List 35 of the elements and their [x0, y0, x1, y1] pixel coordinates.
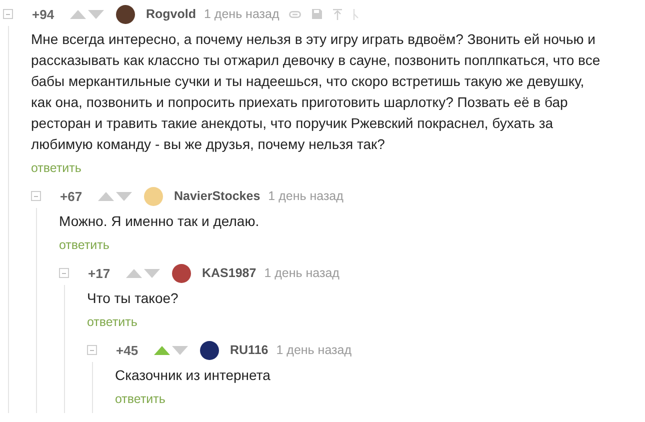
downvote-icon[interactable]: [144, 268, 160, 278]
collapse-icon[interactable]: [31, 191, 41, 201]
avatar[interactable]: [200, 340, 219, 360]
comment-time: 1 день назад: [268, 189, 344, 203]
author-link[interactable]: Rogvold: [146, 7, 196, 21]
comment-text: Что ты такое?: [87, 289, 178, 308]
comment-text: Сказочник из интернета: [115, 366, 270, 385]
avatar[interactable]: [172, 264, 191, 282]
comment-time: 1 день назад: [204, 7, 280, 21]
save-icon[interactable]: [312, 9, 322, 19]
comment-rating: +45: [116, 342, 140, 358]
comment-rating: +94: [32, 6, 56, 22]
downvote-icon[interactable]: [88, 10, 104, 18]
link-icon[interactable]: [289, 10, 302, 18]
downvote-icon[interactable]: [172, 346, 188, 354]
comment-text: Можно. Я именно так и делаю.: [59, 212, 260, 231]
author-link[interactable]: NavierStockes: [174, 189, 260, 203]
avatar[interactable]: [116, 4, 135, 24]
collapse-icon[interactable]: [87, 345, 97, 355]
comment-rating: +67: [60, 188, 84, 204]
comment-rating: +17: [88, 266, 112, 280]
upvote-icon[interactable]: [126, 268, 142, 278]
upvote-icon[interactable]: [98, 192, 114, 200]
collapse-icon[interactable]: [3, 9, 13, 19]
branch-icon[interactable]: [353, 8, 360, 20]
arrow-up-icon[interactable]: [333, 8, 342, 20]
author-link[interactable]: KAS1987: [202, 266, 256, 280]
downvote-icon[interactable]: [116, 192, 132, 200]
comment-time: 1 день назад: [264, 266, 340, 280]
upvote-icon[interactable]: [154, 346, 170, 354]
upvote-icon[interactable]: [70, 10, 86, 18]
comment-time: 1 день назад: [276, 343, 352, 357]
collapse-icon[interactable]: [59, 268, 69, 278]
author-link[interactable]: RU116: [230, 343, 268, 357]
comment-text: Мне всегда интересно, а почему нельзя в эту игру играть вдвоём? Звонить ей ночью и рассказывать как классно ты отжарил девочку в сауне, позвонить поплпкаться, что все бабы меркантильные сучки и ты надеешься, что скоро встретишь такую же девушку, как она, позвонить и попросить приехать приготовить шарлотку? Позвать её в бар ресторан и травить такие анекдоты, что поручик Ржевский покраснел, бухать за любимую команду - вы же друзья, почему нельзя так?: [31, 30, 601, 154]
